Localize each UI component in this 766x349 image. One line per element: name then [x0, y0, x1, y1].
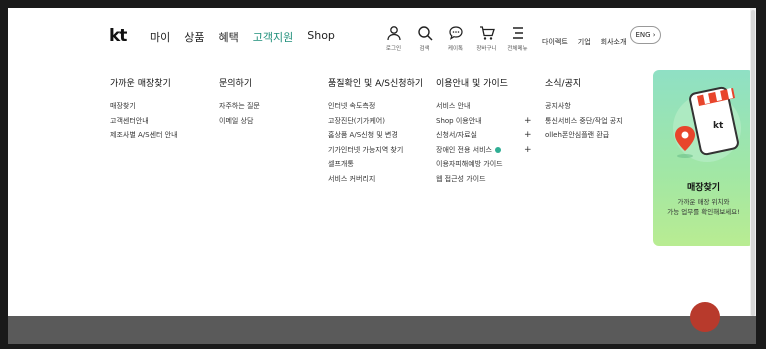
login-label: 로그인: [385, 46, 402, 52]
search-icon: [417, 26, 433, 41]
menu-link[interactable]: 이용자피해예방 가이드: [436, 157, 546, 172]
store-illustration-icon: kt: [673, 86, 741, 162]
nav-products[interactable]: 상품: [184, 29, 204, 45]
menu-link-label: 이용자피해예방 가이드: [436, 160, 503, 169]
menu-link[interactable]: 홈상품 A/S신청 및 변경: [328, 128, 438, 143]
kt-logo[interactable]: kt: [109, 26, 127, 46]
menu-link[interactable]: 신청서/자료실 +: [436, 128, 546, 143]
scrollbar[interactable]: [750, 8, 756, 316]
new-badge-icon: [495, 146, 502, 153]
menu-link-label: Shop 이용안내: [436, 116, 482, 125]
menu-link[interactable]: 이메일 상담: [219, 114, 329, 129]
menu-link-label: 서비스 안내: [436, 102, 471, 110]
cart-button[interactable]: 장바구니: [471, 25, 502, 52]
menu-col-quality: 품질확인 및 A/S신청하기 인터넷 속도측정 고장진단(기가케어) 홈상품 A…: [328, 76, 438, 187]
menu-link[interactable]: 제조사별 A/S센터 안내: [110, 128, 220, 143]
browser-window: kt 마이 상품 혜택 고객지원 Shop 로그인 검색 케이톡 장바구니 전체…: [8, 8, 756, 344]
col-title[interactable]: 가까운 매장찾기: [110, 76, 220, 89]
col-title[interactable]: 품질확인 및 A/S신청하기: [328, 76, 438, 89]
company-link[interactable]: 회사소개: [601, 37, 627, 47]
search-button[interactable]: 검색: [409, 25, 440, 52]
footer-band: [8, 316, 756, 344]
chat-icon: [448, 26, 463, 40]
nav-support[interactable]: 고객지원: [253, 29, 293, 45]
col-title[interactable]: 소식/공지: [545, 76, 655, 89]
menu-icon: [512, 27, 523, 39]
menu-link[interactable]: 서비스 안내: [436, 99, 546, 114]
menu-link[interactable]: 서비스 커버리지: [328, 172, 438, 187]
login-button[interactable]: 로그인: [378, 25, 409, 52]
menu-col-notice: 소식/공지 공지사항 통신서비스 중단/작업 공지 olleh폰안심플랜 환급: [545, 76, 655, 143]
menu-link-label: 장애인 전용 서비스: [436, 145, 492, 154]
top-links: 다이렉트 기업 회사소개: [542, 37, 636, 47]
menu-link[interactable]: Shop 이용안내 +: [436, 114, 546, 129]
menu-link[interactable]: 통신서비스 중단/작업 공지: [545, 114, 655, 129]
menu-link[interactable]: 공지사항: [545, 99, 655, 114]
menu-link-label: 웹 접근성 가이드: [436, 174, 486, 183]
direct-link[interactable]: 다이렉트: [542, 37, 568, 47]
all-menu-button[interactable]: 전체메뉴: [502, 25, 533, 52]
col-title[interactable]: 이용안내 및 가이드: [436, 76, 546, 89]
menu-link[interactable]: 셀프개통: [328, 157, 438, 172]
menu-link[interactable]: olleh폰안심플랜 환급: [545, 128, 655, 143]
cart-icon: [479, 26, 495, 40]
menu-link[interactable]: 웹 접근성 가이드: [436, 172, 546, 187]
ktalk-label: 케이톡: [447, 46, 464, 52]
svg-text:kt: kt: [713, 121, 724, 131]
person-icon: [386, 26, 401, 41]
menu-link[interactable]: 장애인 전용 서비스 +: [436, 143, 546, 158]
menu-col-inquiry: 문의하기 자주하는 질문 이메일 상담: [219, 76, 329, 128]
col-title[interactable]: 문의하기: [219, 76, 329, 89]
ktalk-button[interactable]: 케이톡: [440, 25, 471, 52]
menu-col-guide: 이용안내 및 가이드 서비스 안내 Shop 이용안내 + 신청서/자료실 + …: [436, 76, 546, 187]
expand-plus-icon[interactable]: +: [524, 128, 532, 143]
menu-col-store: 가까운 매장찾기 매장찾기 고객센터안내 제조사별 A/S센터 안내: [110, 76, 220, 143]
menu-link[interactable]: 인터넷 속도측정: [328, 99, 438, 114]
cart-label: 장바구니: [476, 46, 497, 52]
store-card-desc: 가까운 매장 위치와 가능 업무를 확인해보세요!: [667, 198, 740, 216]
nav-my[interactable]: 마이: [150, 29, 170, 45]
search-label: 검색: [419, 46, 430, 52]
menu-link[interactable]: 고객센터안내: [110, 114, 220, 129]
store-card-title: 매장찾기: [686, 183, 721, 193]
scrollbar-thumb[interactable]: [751, 10, 755, 316]
menu-link[interactable]: 자주하는 질문: [219, 99, 329, 114]
business-link[interactable]: 기업: [578, 37, 591, 47]
nav-benefits[interactable]: 혜택: [219, 29, 239, 45]
language-button[interactable]: ENG ›: [630, 26, 661, 44]
expand-plus-icon[interactable]: +: [524, 143, 532, 158]
floating-action-button[interactable]: [690, 302, 720, 332]
expand-plus-icon[interactable]: +: [524, 114, 532, 129]
menu-link-label: 신청서/자료실: [436, 131, 477, 140]
all-menu-label: 전체메뉴: [507, 46, 528, 52]
main-nav: 마이 상품 혜택 고객지원 Shop: [150, 29, 349, 45]
utility-icons: 로그인 검색 케이톡 장바구니 전체메뉴: [378, 25, 533, 52]
menu-link[interactable]: 기가인터넷 가능지역 찾기: [328, 143, 438, 158]
store-finder-card[interactable]: kt 매장찾기 가까운 매장 위치와 가능 업무를 확인해보세요!: [653, 70, 754, 246]
menu-link[interactable]: 고장진단(기가케어): [328, 114, 438, 129]
nav-shop[interactable]: Shop: [307, 29, 335, 45]
menu-link[interactable]: 매장찾기: [110, 99, 220, 114]
